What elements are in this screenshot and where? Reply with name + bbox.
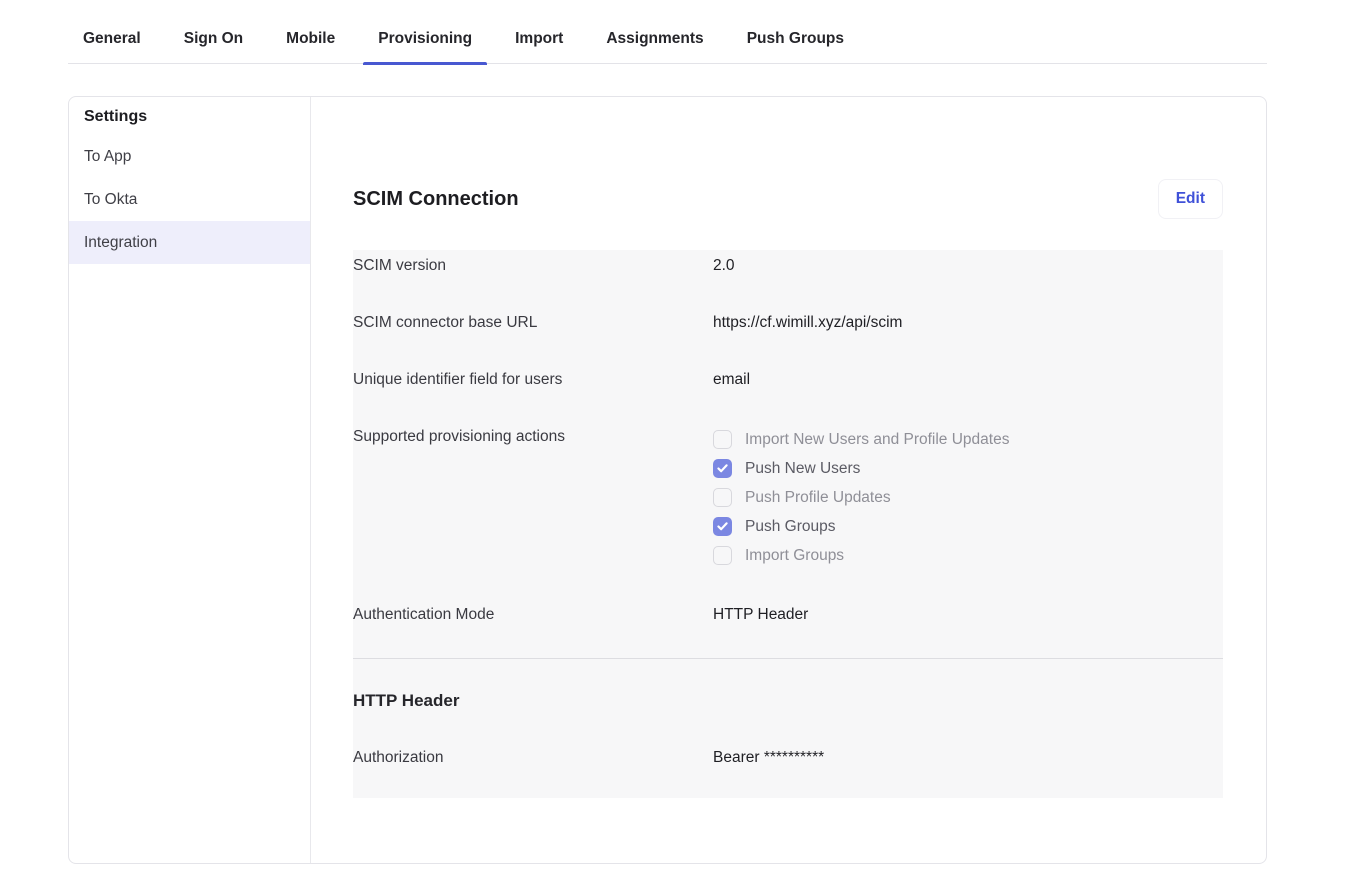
field-row-provisioning-actions: Supported provisioning actions Import Ne… [353, 425, 1223, 570]
page-title: SCIM Connection [353, 188, 519, 211]
checkbox-label: Push New Users [745, 457, 860, 481]
scim-details-panel: SCIM version 2.0 SCIM connector base URL… [353, 250, 1223, 798]
tab-import[interactable]: Import [500, 16, 578, 64]
field-value: email [713, 368, 750, 392]
app-tab-bar: General Sign On Mobile Provisioning Impo… [68, 0, 1267, 64]
field-row-unique-identifier: Unique identifier field for users email [353, 368, 1223, 392]
option-push-groups: Push Groups [713, 512, 1009, 541]
checkbox-icon [713, 517, 732, 536]
field-value: 2.0 [713, 254, 735, 278]
tab-provisioning[interactable]: Provisioning [363, 16, 487, 64]
field-label: Unique identifier field for users [353, 368, 713, 392]
checkbox-icon [713, 430, 732, 449]
checkbox-label: Push Groups [745, 515, 835, 539]
field-label: Authentication Mode [353, 603, 713, 627]
field-row-authorization: Authorization Bearer ********** [353, 746, 1223, 770]
field-row-scim-version: SCIM version 2.0 [353, 254, 1223, 278]
option-import-groups: Import Groups [713, 541, 1009, 570]
http-header-section-title: HTTP Header [353, 688, 1223, 714]
edit-button[interactable]: Edit [1158, 179, 1223, 219]
field-label: Authorization [353, 746, 713, 770]
field-value: HTTP Header [713, 603, 808, 627]
field-value: https://cf.wimill.xyz/api/scim [713, 311, 902, 335]
tab-general[interactable]: General [68, 16, 156, 64]
field-row-authentication-mode: Authentication Mode HTTP Header [353, 603, 1223, 627]
checkbox-label: Import New Users and Profile Updates [745, 428, 1009, 452]
checkbox-icon [713, 459, 732, 478]
checkbox-label: Import Groups [745, 544, 844, 568]
checkbox-icon [713, 546, 732, 565]
settings-sidebar: Settings To App To Okta Integration [69, 97, 311, 863]
option-import-new-users: Import New Users and Profile Updates [713, 425, 1009, 454]
sidebar-header-settings: Settings [69, 97, 310, 135]
scim-connection-panel: SCIM Connection Edit SCIM version 2.0 SC… [311, 97, 1266, 863]
checkbox-label: Push Profile Updates [745, 486, 891, 510]
option-push-profile-updates: Push Profile Updates [713, 483, 1009, 512]
section-header-row: SCIM Connection Edit [353, 177, 1223, 221]
field-row-base-url: SCIM connector base URL https://cf.wimil… [353, 311, 1223, 335]
provisioning-actions-list: Import New Users and Profile Updates Pus… [713, 425, 1009, 570]
checkbox-icon [713, 488, 732, 507]
section-divider [353, 658, 1223, 659]
sidebar-item-integration[interactable]: Integration [69, 221, 310, 264]
option-push-new-users: Push New Users [713, 454, 1009, 483]
sidebar-item-to-app[interactable]: To App [69, 135, 310, 178]
field-label: SCIM version [353, 254, 713, 278]
tab-mobile[interactable]: Mobile [271, 16, 350, 64]
field-label: SCIM connector base URL [353, 311, 713, 335]
tab-sign-on[interactable]: Sign On [169, 16, 258, 64]
tab-assignments[interactable]: Assignments [591, 16, 718, 64]
field-value: Bearer ********** [713, 746, 824, 770]
provisioning-card: Settings To App To Okta Integration SCIM… [68, 96, 1267, 864]
sidebar-item-to-okta[interactable]: To Okta [69, 178, 310, 221]
tab-push-groups[interactable]: Push Groups [732, 16, 859, 64]
field-label: Supported provisioning actions [353, 425, 713, 449]
